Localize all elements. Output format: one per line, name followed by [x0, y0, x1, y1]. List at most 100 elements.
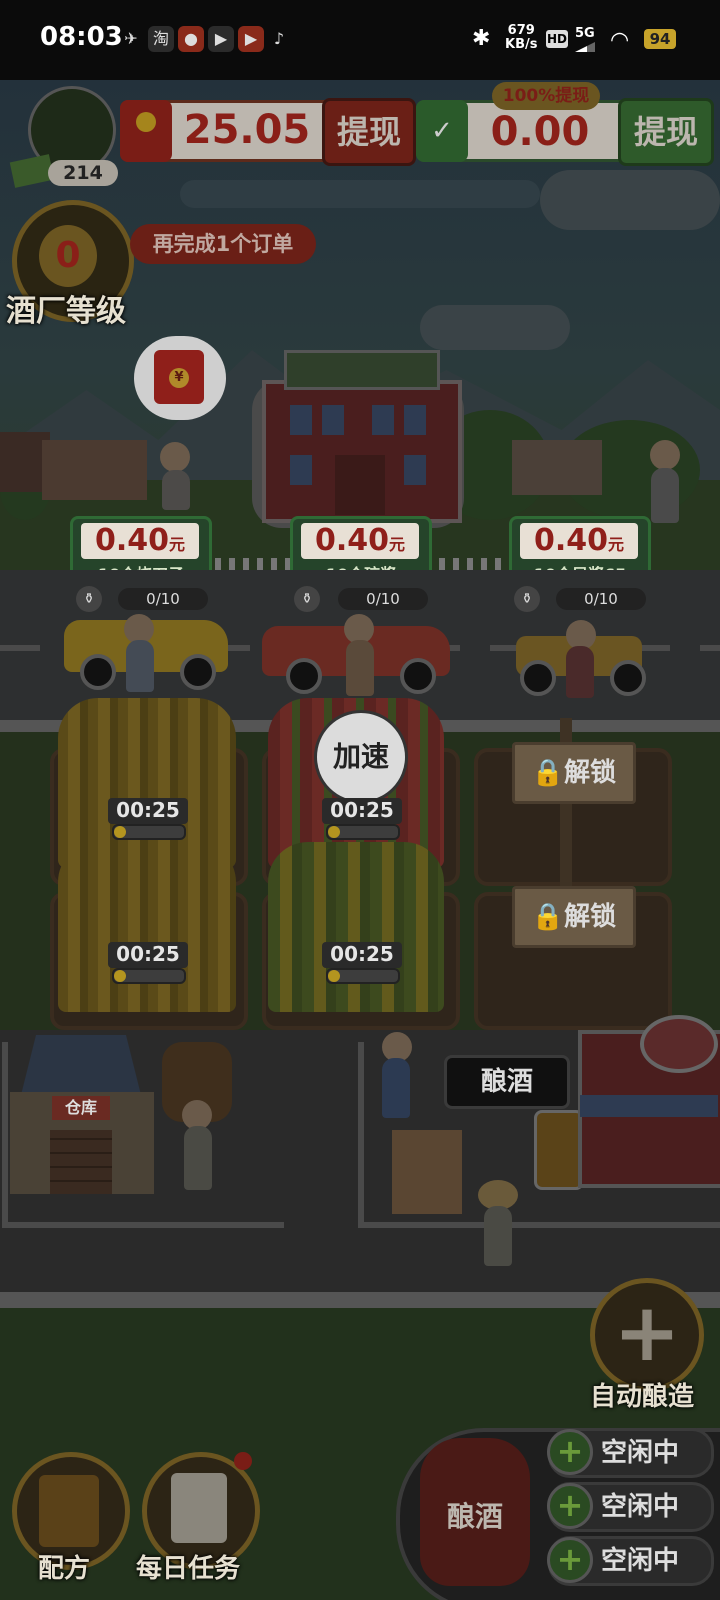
- net-speed: 679 KB/s: [505, 24, 537, 52]
- wechat-withdraw-button[interactable]: 提现: [618, 98, 714, 166]
- customer[interactable]: [162, 470, 190, 510]
- checklist-icon: [171, 1473, 227, 1543]
- wheel: [286, 658, 322, 694]
- unlock-sign-1[interactable]: 🔒解锁: [512, 742, 636, 804]
- brew-button[interactable]: 酿酒: [444, 1055, 570, 1109]
- order-progress-3: 0/10: [556, 588, 646, 610]
- machine-window: [580, 1095, 718, 1117]
- wheel: [610, 660, 646, 696]
- bottle-icon: ⚱: [76, 586, 102, 612]
- wheel: [400, 658, 436, 694]
- window: [404, 405, 426, 435]
- order-progress-2: 0/10: [338, 588, 428, 610]
- field-timer-3: 00:25: [108, 942, 188, 968]
- level-label: 酒厂等级: [6, 294, 126, 329]
- farmer: [484, 1206, 512, 1266]
- order-price-unit: 元: [608, 535, 625, 554]
- driver: [126, 640, 154, 692]
- order-progress-1: 0/10: [118, 588, 208, 610]
- driver: [346, 640, 374, 696]
- cloud: [540, 170, 720, 230]
- house: [42, 440, 147, 500]
- speed-up-button[interactable]: 加速: [314, 710, 408, 804]
- plus-icon: +: [547, 1537, 593, 1583]
- window: [290, 405, 312, 435]
- house: [512, 440, 602, 495]
- red-withdraw-button[interactable]: 提现: [322, 98, 416, 166]
- signal-icon: [575, 42, 595, 52]
- wheel: [80, 654, 116, 690]
- slot-status: 空闲中: [601, 1492, 680, 1522]
- corn-crop: [268, 842, 444, 1012]
- red-balance: 25.05: [183, 107, 311, 153]
- video2-icon: ▶: [238, 26, 264, 52]
- net-speed-unit: KB/s: [505, 37, 538, 52]
- window: [322, 405, 344, 435]
- order-price-value: 0.40: [314, 523, 389, 558]
- pedestrian-head: [650, 440, 680, 470]
- wheel: [180, 654, 216, 690]
- customer-head: [160, 442, 190, 472]
- battery-level: 94: [644, 29, 676, 49]
- order-price: 0.40元: [301, 523, 419, 559]
- timer-progress-bar: [112, 824, 186, 840]
- plus-icon: +: [613, 1286, 681, 1379]
- video-icon: ▶: [208, 26, 234, 52]
- wechat-balance: 0.00: [490, 109, 590, 155]
- status-bar: 08:03 ✈ 淘 ● ▶ ▶ ♪ ✱ 679 KB/s HD 5G ◠ 94: [0, 0, 720, 80]
- plus-icon: +: [547, 1429, 593, 1475]
- cloud: [420, 305, 570, 350]
- taobao-icon: 淘: [148, 26, 174, 52]
- driver: [566, 646, 594, 698]
- brew-slot-2[interactable]: + 空闲中: [547, 1482, 714, 1532]
- brew-slot-1[interactable]: + 空闲中: [547, 1428, 714, 1478]
- unlock-label: 解锁: [564, 758, 617, 788]
- brew-slot-3[interactable]: + 空闲中: [547, 1536, 714, 1586]
- wechat-icon: ✓: [416, 100, 468, 162]
- slot-status: 空闲中: [601, 1546, 680, 1576]
- wheel: [520, 660, 556, 696]
- order-price: 0.40元: [520, 523, 638, 559]
- boxes: [392, 1130, 462, 1214]
- plane-icon: ✈: [124, 29, 138, 48]
- warehouse-worker: [184, 1126, 212, 1190]
- window: [372, 405, 394, 435]
- plus-icon: +: [547, 1483, 593, 1529]
- order-price-value: 0.40: [94, 523, 169, 558]
- brew-tank: [534, 1110, 584, 1190]
- slot-status: 空闲中: [601, 1438, 680, 1468]
- lock-icon: 🔒: [531, 902, 565, 932]
- warehouse-door: [50, 1130, 112, 1194]
- reward-bubble[interactable]: ¥: [134, 336, 226, 420]
- order-price-unit: 元: [389, 535, 406, 554]
- unlock-sign-2[interactable]: 🔒解锁: [512, 886, 636, 948]
- field-timer-1: 00:25: [108, 798, 188, 824]
- jar-icon: ⚱: [294, 586, 320, 612]
- window: [290, 455, 312, 485]
- fan-icon: [640, 1015, 718, 1073]
- tiktok-icon: ♪: [273, 29, 285, 48]
- game-scene[interactable]: ¥ 0.40元 10个烧刀子 0.40元 10个琼浆 0.40元 10个凤浆65…: [0, 80, 720, 1600]
- book-icon: [39, 1475, 99, 1547]
- order-price-value: 0.40: [533, 523, 608, 558]
- brewery-worker: [382, 1058, 410, 1118]
- rooftop-garden: [284, 350, 440, 390]
- unlock-label: 解锁: [564, 902, 617, 932]
- red-envelope-icon: ¥: [154, 350, 204, 404]
- timer-progress-bar: [326, 824, 400, 840]
- notice-bar: [180, 180, 540, 208]
- net-speed-value: 679: [507, 23, 535, 38]
- jar-label: 酿酒: [446, 1500, 503, 1533]
- auto-brew-label: 自动酿造: [590, 1382, 695, 1412]
- order-price-unit: 元: [169, 535, 186, 554]
- bluetooth-icon: ✱: [472, 26, 491, 51]
- app-icon: ●: [178, 26, 204, 52]
- pedestrian: [651, 468, 679, 523]
- wifi-icon: ◠: [610, 28, 630, 53]
- timer-progress-bar: [112, 968, 186, 984]
- auto-brew-button[interactable]: +: [590, 1278, 704, 1392]
- level-value: 0: [39, 225, 97, 287]
- notification-dot: [234, 1452, 252, 1470]
- coin-count: 214: [48, 160, 118, 186]
- wine-jar[interactable]: 酿酒: [420, 1438, 530, 1586]
